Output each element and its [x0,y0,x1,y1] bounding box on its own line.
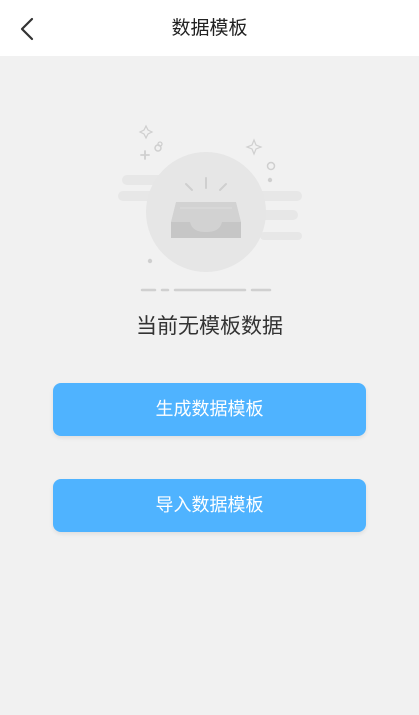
top-bar: 数据模板 [0,0,419,56]
empty-inbox-icon [110,118,310,300]
empty-state-message: 当前无模板数据 [136,314,283,338]
generate-template-button[interactable]: 生成数据模板 [53,383,366,436]
page-title: 数据模板 [171,17,248,39]
import-template-button[interactable]: 导入数据模板 [53,479,366,532]
